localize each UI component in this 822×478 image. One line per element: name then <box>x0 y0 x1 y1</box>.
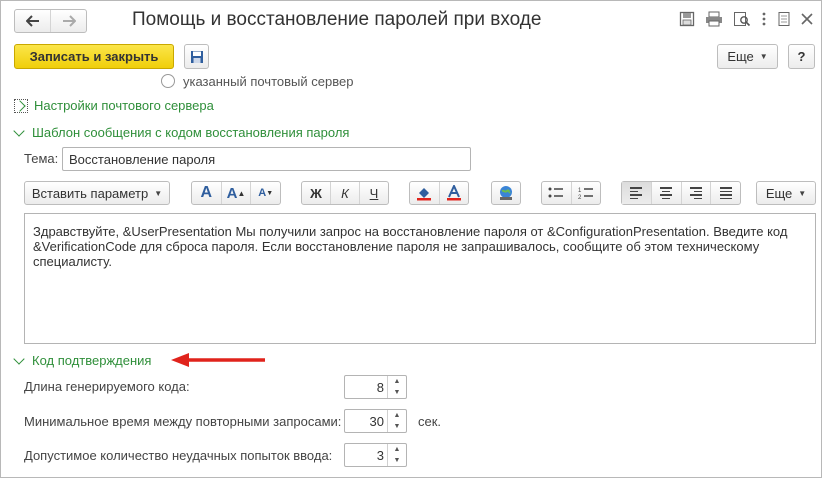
align-right-icon[interactable] <box>682 182 712 204</box>
section-template-label: Шаблон сообщения с кодом восстановления … <box>32 125 350 140</box>
text-color-letter-icon <box>446 185 461 201</box>
request-interval-unit: сек. <box>418 414 442 429</box>
message-body-text: Здравствуйте, &UserPresentation Мы получ… <box>33 224 788 269</box>
section-code-label: Код подтверждения <box>32 353 152 368</box>
font-icon[interactable]: A <box>192 182 222 204</box>
underline-button[interactable]: Ч <box>360 182 388 204</box>
section-mail-settings-label: Настройки почтового сервера <box>34 98 214 113</box>
save-icon[interactable] <box>679 11 695 27</box>
insert-parameter-label: Вставить параметр <box>31 185 149 201</box>
subject-label: Тема: <box>24 151 59 166</box>
spin-up-icon[interactable]: ▲ <box>388 410 406 421</box>
more-label: Еще <box>727 49 754 64</box>
font-size-group: A A ▲ A ▼ <box>191 181 281 205</box>
font-decrease-icon[interactable]: A ▼ <box>251 182 280 204</box>
font-increase-icon[interactable]: A ▲ <box>222 182 252 204</box>
help-button[interactable]: ? <box>788 44 815 69</box>
spin-down-icon[interactable]: ▼ <box>388 421 406 432</box>
mail-server-radio[interactable] <box>161 74 175 88</box>
request-interval-spinner[interactable]: 30 ▲ ▼ <box>344 409 407 433</box>
numbered-list-icon[interactable]: 12 <box>572 182 601 204</box>
spinner-arrows[interactable]: ▲ ▼ <box>387 444 406 466</box>
bullet-list-icon[interactable] <box>542 182 572 204</box>
window-title: Помощь и восстановление паролей при вход… <box>132 9 542 30</box>
failed-attempts-value: 3 <box>376 448 384 463</box>
spin-down-icon[interactable]: ▼ <box>388 387 406 398</box>
request-interval-value: 30 <box>369 414 384 429</box>
chevron-right-icon <box>14 98 28 113</box>
align-justify-icon[interactable] <box>711 182 740 204</box>
failed-attempts-label: Допустимое количество неудачных попыток … <box>24 448 333 463</box>
section-code[interactable]: Код подтверждения <box>13 353 152 368</box>
background-color-icon[interactable] <box>410 182 440 204</box>
italic-button[interactable]: К <box>331 182 360 204</box>
text-color-icon[interactable] <box>440 182 469 204</box>
menu-dots-icon[interactable] <box>761 11 767 27</box>
code-length-value: 8 <box>376 380 384 395</box>
numbers-icon: 12 <box>578 188 593 200</box>
forward-button[interactable] <box>51 10 86 32</box>
print-icon[interactable] <box>705 11 723 27</box>
red-arrow-annotation <box>171 353 265 367</box>
dropdown-arrow-icon: ▼ <box>798 188 807 198</box>
insert-parameter-button[interactable]: Вставить параметр ▼ <box>24 181 170 205</box>
floppy-icon <box>190 50 203 63</box>
request-interval-label: Минимальное время между повторными запро… <box>24 414 342 429</box>
list-group: 12 <box>541 181 601 205</box>
font-increase-letter: A <box>226 184 238 202</box>
align-group <box>621 181 741 205</box>
text-style-group: Ж К Ч <box>301 181 389 205</box>
fill-bucket-icon <box>417 188 432 201</box>
chevron-down-icon <box>13 125 25 137</box>
arrow-left-icon <box>25 15 39 27</box>
spinner-arrows[interactable]: ▲ ▼ <box>387 376 406 398</box>
color-group <box>409 181 469 205</box>
image-icon <box>500 186 512 200</box>
dropdown-arrow-icon: ▼ <box>154 188 163 198</box>
save-button[interactable] <box>184 44 209 69</box>
svg-text:1: 1 <box>578 188 582 194</box>
align-center-icon[interactable] <box>652 182 682 204</box>
dropdown-arrow-icon: ▼ <box>759 52 768 61</box>
failed-attempts-spinner[interactable]: 3 ▲ ▼ <box>344 443 407 467</box>
subject-input[interactable] <box>62 147 471 171</box>
mail-server-radio-label: указанный почтовый сервер <box>183 74 354 89</box>
svg-text:2: 2 <box>578 195 582 200</box>
chevron-down-icon <box>13 353 25 365</box>
code-length-label: Длина генерируемого кода: <box>24 379 190 394</box>
window: Помощь и восстановление паролей при вход… <box>0 0 822 478</box>
section-mail-settings[interactable]: Настройки почтового сервера <box>14 98 214 113</box>
back-button[interactable] <box>15 10 51 32</box>
arrow-right-icon <box>62 15 76 27</box>
code-length-spinner[interactable]: 8 ▲ ▼ <box>344 375 407 399</box>
spinner-arrows[interactable]: ▲ ▼ <box>387 410 406 432</box>
preview-icon[interactable] <box>733 11 751 27</box>
spin-up-icon[interactable]: ▲ <box>388 376 406 387</box>
insert-image-button[interactable] <box>491 181 521 205</box>
font-decrease-letter: A <box>258 187 267 199</box>
title-icons <box>679 11 813 27</box>
spin-up-icon[interactable]: ▲ <box>388 444 406 455</box>
save-and-close-button[interactable]: Записать и закрыть <box>14 44 174 69</box>
section-template[interactable]: Шаблон сообщения с кодом восстановления … <box>13 125 350 140</box>
minimize-icon[interactable] <box>777 11 791 27</box>
message-body-editor[interactable]: Здравствуйте, &UserPresentation Мы получ… <box>24 213 816 344</box>
bullets-icon <box>548 187 564 198</box>
nav-buttons <box>14 9 87 33</box>
more-button[interactable]: Еще ▼ <box>717 44 778 69</box>
bold-button[interactable]: Ж <box>302 182 331 204</box>
editor-more-label: Еще <box>765 185 793 201</box>
spin-down-icon[interactable]: ▼ <box>388 455 406 466</box>
editor-more-button[interactable]: Еще ▼ <box>756 181 816 205</box>
align-left-icon[interactable] <box>622 182 652 204</box>
close-icon[interactable] <box>801 13 813 25</box>
